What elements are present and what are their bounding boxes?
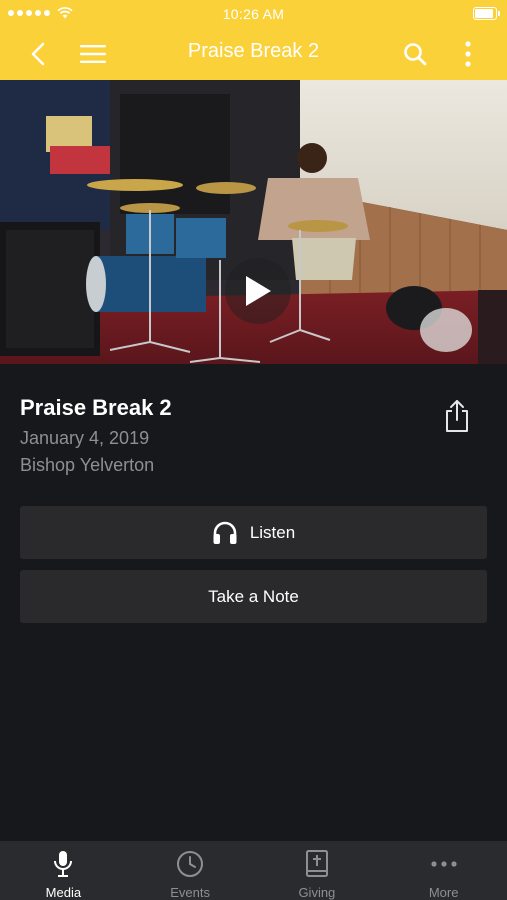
app-screen: 10:26 AM Praise Break 2 Praise Break 2 J… <box>0 0 507 900</box>
tab-events-label: Events <box>170 885 210 900</box>
listen-label: Listen <box>249 522 296 542</box>
video-player[interactable] <box>0 80 507 364</box>
search-icon <box>404 43 427 66</box>
bible-icon <box>305 850 328 877</box>
play-button[interactable] <box>225 258 291 324</box>
take-note-button[interactable]: Take a Note <box>20 570 487 623</box>
play-icon <box>246 276 271 306</box>
tab-giving[interactable]: Giving <box>254 841 381 900</box>
nav-bar: Praise Break 2 <box>0 28 507 80</box>
tab-bar: Media Events Giving More <box>0 841 507 900</box>
microphone-icon <box>54 851 73 877</box>
ellipsis-icon <box>431 861 457 867</box>
listen-button[interactable]: Listen <box>20 506 487 559</box>
status-bar: 10:26 AM <box>0 0 507 28</box>
vertical-ellipsis-icon <box>465 41 471 67</box>
header: 10:26 AM Praise Break 2 <box>0 0 507 80</box>
share-icon <box>446 400 468 432</box>
sermon-info: Praise Break 2 January 4, 2019 Bishop Ye… <box>20 394 420 479</box>
sermon-speaker: Bishop Yelverton <box>20 455 155 475</box>
tab-events[interactable]: Events <box>127 841 254 900</box>
headphones-icon <box>213 521 237 544</box>
take-note-label: Take a Note <box>208 586 299 606</box>
battery-icon <box>473 7 500 20</box>
tab-giving-label: Giving <box>298 885 336 900</box>
tab-more[interactable]: More <box>380 841 507 900</box>
search-button[interactable] <box>397 36 433 72</box>
status-time: 10:26 AM <box>222 6 285 22</box>
tab-media-label: Media <box>45 885 82 900</box>
tab-media[interactable]: Media <box>0 841 127 900</box>
tab-more-label: More <box>428 885 459 900</box>
sermon-title: Praise Break 2 <box>20 395 172 420</box>
sermon-date: January 4, 2019 <box>20 428 150 448</box>
clock-icon <box>177 851 204 877</box>
share-button[interactable] <box>440 398 474 434</box>
overflow-menu-button[interactable] <box>450 36 486 72</box>
